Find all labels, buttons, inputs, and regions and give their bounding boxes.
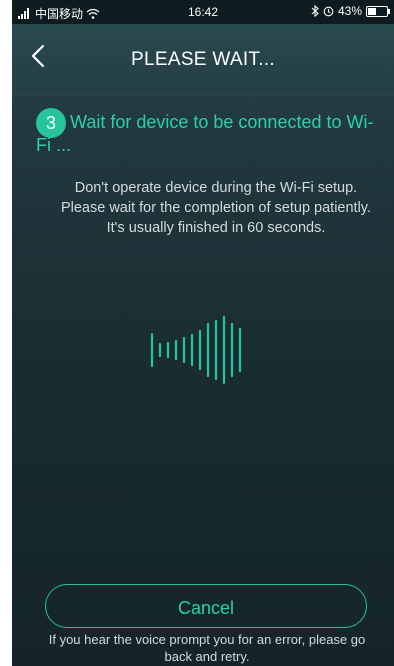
step-indicator: 3 Wait for device to be connected to Wi-… — [36, 108, 376, 157]
screen: 中国移动 16:42 43% PLEASE WAIT... 3 Wait for… — [12, 0, 394, 666]
battery-percent: 43% — [337, 4, 362, 18]
battery-icon — [366, 5, 390, 17]
nav-bar: PLEASE WAIT... — [12, 24, 394, 95]
status-bar: 中国移动 16:42 43% — [12, 0, 394, 24]
instructions-text: Don't operate device during the Wi-Fi se… — [60, 180, 372, 236]
step-number-badge: 3 — [36, 108, 66, 138]
page-title: PLEASE WAIT... — [131, 49, 275, 70]
sound-wave-icon — [150, 315, 242, 385]
footer-note: If you hear the voice prompt you for an … — [48, 632, 366, 664]
step-text: Wait for device to be connected to Wi-Fi… — [36, 112, 374, 155]
cancel-button[interactable]: Cancel — [45, 584, 367, 628]
battery-level — [368, 7, 376, 15]
status-right: 43% — [311, 4, 390, 18]
alarm-icon — [323, 6, 334, 16]
bluetooth-icon — [311, 5, 319, 17]
